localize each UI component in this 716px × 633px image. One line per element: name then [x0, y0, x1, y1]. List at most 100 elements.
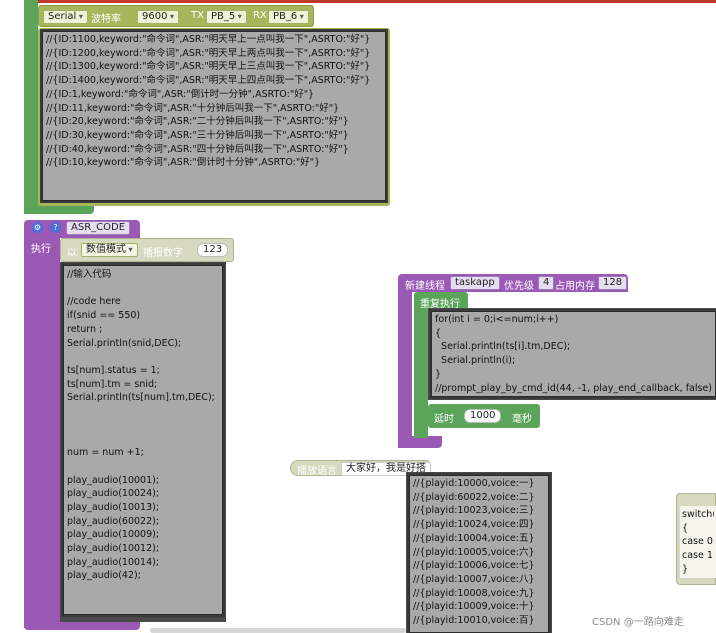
asr-code-line: play_audio(10001); [67, 474, 160, 486]
speech-label: 播放语言 [297, 466, 337, 477]
voice-list-lines: //{playid:10000,voice:一} //{playid:60022,… [413, 477, 545, 628]
thread-code-line: Serial.println(ts[i].tm,DEC); [435, 341, 571, 353]
serial-setup-block[interactable]: Serial 波特率 9600 TX PB_5 RX PB_6 [38, 5, 314, 27]
gear-icon[interactable]: ⚙ [32, 222, 43, 233]
serial-dropdown[interactable]: Serial [43, 10, 88, 24]
asr-code-line: play_audio(10013); [67, 501, 160, 513]
voice-list-line: //{playid:10007,voice:八} [413, 573, 535, 585]
asr-code-title[interactable]: ASR_CODE [66, 221, 131, 235]
priority-label: 优先级 [504, 281, 534, 292]
mode-dropdown[interactable]: 数值模式 [81, 243, 138, 257]
voice-list-line: //{playid:10024,voice:四} [413, 519, 535, 531]
thread-code-line: //prompt_play_by_cmd_id(44, -1, play_end… [435, 382, 712, 394]
asr-command-line: //{ID:10,keyword:"命令词",ASR:"倒计时十分钟",ASRT… [46, 157, 321, 169]
delay-label: 延时 [434, 414, 454, 425]
asr-command-line: //{ID:1400,keyword:"命令词",ASR:"明天早上四点叫我一下… [46, 75, 371, 87]
asr-code-line [67, 432, 219, 446]
print-number-block[interactable]: 以 数值模式 播报数字 123 [60, 238, 234, 262]
baud-dropdown[interactable]: 9600 [137, 10, 180, 24]
switch-code-line: case 0: [682, 536, 714, 548]
thread-code-textarea[interactable]: for(int i = 0;i<=num;i++) { Serial.printl… [429, 309, 716, 399]
switch-code-line: { [682, 522, 689, 534]
voice-list-line: //{playid:10000,voice:一} [413, 478, 535, 489]
switch-code-line: case 1: [682, 550, 714, 562]
switch-textarea[interactable]: switch( { case 0: case 1:} [680, 506, 716, 578]
exec-label: 执行 [31, 244, 51, 255]
asr-code-line: play_audio(60022); [67, 515, 160, 527]
priority-field[interactable]: 4 [538, 276, 555, 290]
asr-code-line: play_audio(10024); [67, 488, 160, 500]
rx-label: RX [253, 10, 267, 21]
horizontal-scrollbar[interactable] [150, 628, 406, 633]
asr-code-line: num = num +1; [67, 447, 144, 459]
asr-code-line: if(snid == 550) [67, 310, 141, 322]
with-label: 以 [67, 248, 77, 259]
asr-command-line: //{ID:1100,keyword:"命令词",ASR:"明天早上一点叫我一下… [46, 34, 371, 45]
voice-list-line: //{playid:10010,voice:百} [413, 615, 535, 627]
print-number-label: 播报数字 [143, 248, 183, 259]
switch-code-line: } [682, 563, 689, 575]
asr-command-line: //{ID:30,keyword:"命令词",ASR:"三十分钟后叫我一下",A… [46, 129, 349, 141]
thread-block[interactable]: 新建线程 taskapp 优先级 4 占用内存 128 [398, 274, 628, 292]
asr-code-line: Serial.println(snid,DEC); [67, 337, 182, 349]
top-red-strip [36, 0, 716, 3]
asr-code-line: return ; [67, 323, 103, 335]
asr-code-line: play_audio(42); [67, 570, 141, 582]
asr-left-column [24, 236, 60, 628]
asr-code-line: ts[num].tm = snid; [67, 378, 158, 390]
thread-code-line: { [435, 327, 442, 339]
asr-code-line [67, 419, 219, 433]
asr-command-line: //{ID:1200,keyword:"命令词",ASR:"明天早上两点叫我一下… [46, 47, 371, 59]
asr-code-line: //code here [67, 296, 121, 308]
thread-code-line: for(int i = 0;i<=num;i++) [435, 314, 559, 325]
switch-code-lines: switch( { case 0: case 1:} [682, 508, 714, 577]
repeat-left-column [414, 308, 428, 438]
tx-label: TX [191, 10, 204, 21]
voice-list-line: //{playid:60022,voice:二} [413, 491, 535, 503]
voice-list-line: //{playid:10006,voice:七} [413, 560, 535, 572]
delay-block[interactable]: 延时 1000 毫秒 [428, 404, 540, 428]
thread-code-line: Serial.println(i); [435, 355, 516, 367]
asr-code-line [67, 460, 219, 474]
memory-field[interactable]: 128 [598, 276, 628, 290]
asr-code-line: Serial.println(ts[num].tm,DEC); [67, 392, 215, 404]
voice-list-line: //{playid:10009,voice:十} [413, 601, 535, 613]
number-input[interactable]: 123 [197, 243, 229, 257]
asr-code-line: ts[num].status = 1; [67, 364, 160, 376]
rx-dropdown[interactable]: PB_6 [268, 10, 309, 24]
asr-code-line: //输入代码 [67, 269, 112, 280]
asr-command-textarea[interactable]: //{ID:1100,keyword:"命令词",ASR:"明天早上一点叫我一下… [40, 29, 388, 203]
delay-input[interactable]: 1000 [464, 409, 502, 423]
delay-unit-label: 毫秒 [512, 414, 532, 425]
asr-code-textarea[interactable]: //输入代码 //code here if(snid == 550) return … [61, 263, 225, 617]
voice-list-textarea[interactable]: //{playid:10000,voice:一} //{playid:60022,… [407, 473, 551, 633]
voice-list-line: //{playid:10005,voice:六} [413, 546, 535, 558]
tx-dropdown[interactable]: PB_5 [206, 10, 247, 24]
switch-code-line: switch( [682, 509, 714, 520]
voice-list-line: //{playid:10023,voice:三} [413, 505, 535, 517]
asr-command-line: //{ID:40,keyword:"命令词",ASR:"四十分钟后叫我一下",A… [46, 143, 349, 155]
watermark: CSDN @一路向难走 [592, 617, 684, 628]
help-icon[interactable]: ? [50, 222, 61, 233]
asr-code-line: play_audio(10014); [67, 556, 160, 568]
asr-command-line: //{ID:11,keyword:"命令词",ASR:"十分钟后叫我一下",AS… [46, 102, 340, 114]
asr-command-lines: //{ID:1100,keyword:"命令词",ASR:"明天早上一点叫我一下… [46, 33, 382, 170]
voice-list-line: //{playid:10004,voice:五} [413, 532, 535, 544]
baud-label: 波特率 [91, 14, 121, 25]
asr-code-line [67, 405, 219, 419]
asr-code-line [67, 350, 219, 364]
memory-label: 占用内存 [555, 281, 595, 292]
green-stack-edge [24, 0, 38, 214]
thread-code-line: } [435, 368, 442, 380]
asr-code-line: play_audio(10009); [67, 529, 160, 541]
asr-code-line: play_audio(10012); [67, 543, 160, 555]
thread-left-column [398, 290, 412, 448]
thread-code-lines: for(int i = 0;i<=num;i++) { Serial.printl… [435, 313, 712, 395]
thread-name-field[interactable]: taskapp [450, 276, 500, 290]
asr-code-line [67, 282, 219, 296]
asr-command-line: //{ID:1,keyword:"命令词",ASR:"倒计时一分钟",ASRTO… [46, 88, 315, 100]
voice-list-line: //{playid:10008,voice:九} [413, 587, 535, 599]
asr-code-lines: //输入代码 //code here if(snid == 550) return … [67, 268, 219, 583]
asr-command-line: //{ID:1300,keyword:"命令词",ASR:"明天早上三点叫我一下… [46, 61, 371, 73]
asr-command-line: //{ID:20,keyword:"命令词",ASR:"二十分钟后叫我一下",A… [46, 116, 349, 128]
